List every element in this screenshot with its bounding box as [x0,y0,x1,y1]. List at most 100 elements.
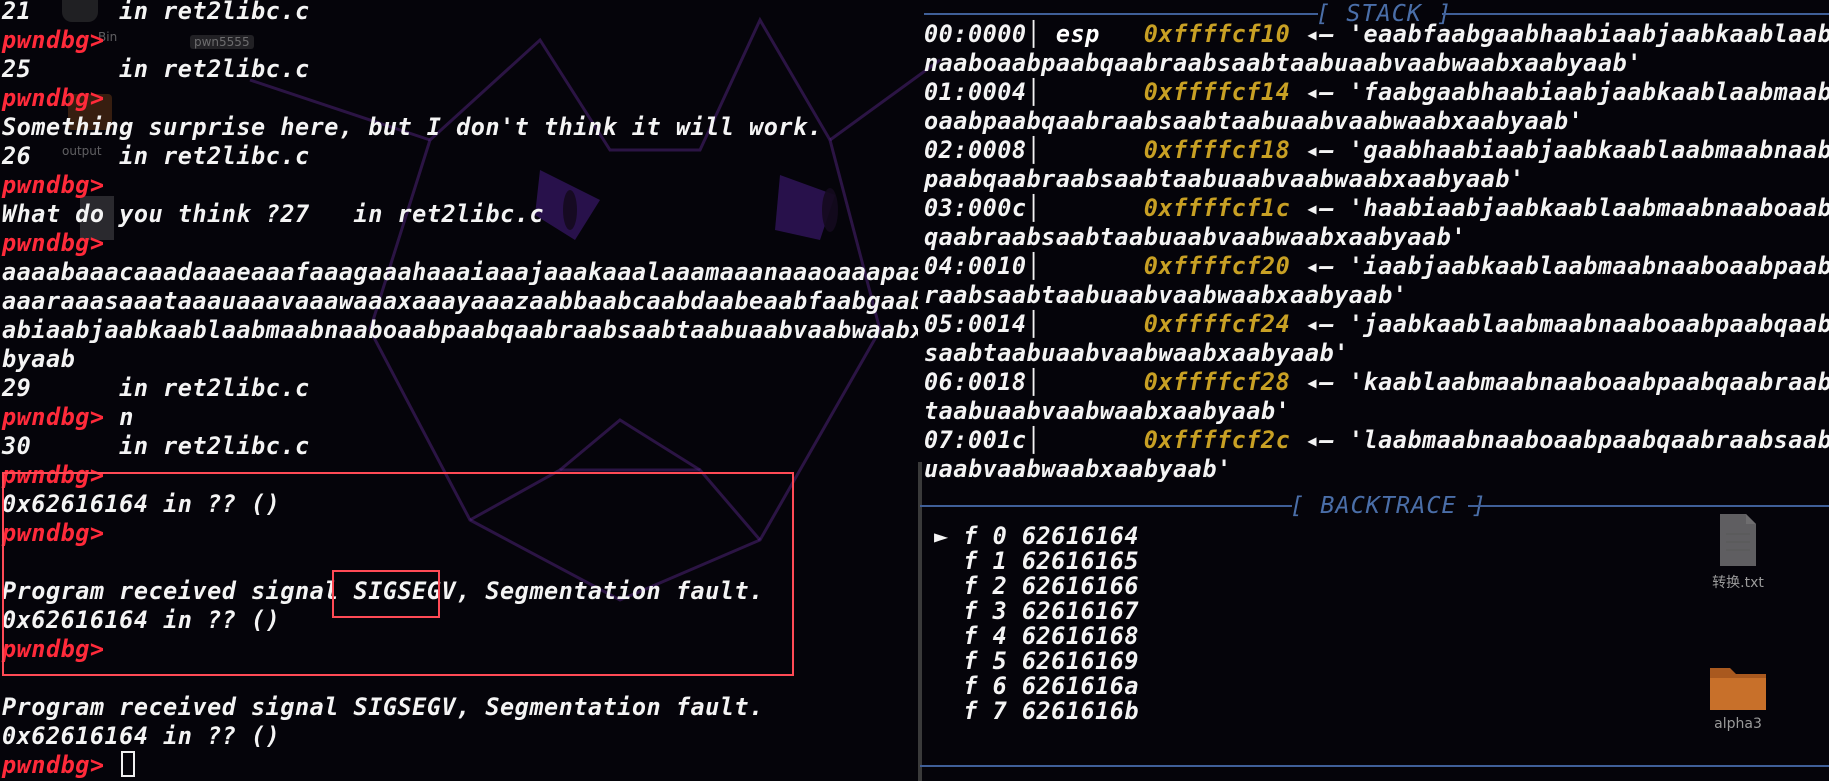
pwndbg-prompt: pwndbg> [2,403,105,431]
frame-address: 6261616b [1021,697,1140,725]
stack-separator: │ [1026,136,1056,164]
stack-separator: │ [1026,194,1056,222]
stack-offset: 03:000c [924,194,1027,222]
stack-row: 05:0014│ 0xffffcf24 ◂— 'jaabkaablaabmaab… [924,310,1829,339]
terminal-output-line: 29 in ret2libc.c [2,374,310,402]
terminal-prompt-line: pwndbg> n [2,403,134,432]
terminal-output-line: 0x62616164 in ?? () [2,606,281,634]
desktop-icon-folder[interactable]: alpha3 [1678,660,1798,732]
frame-label: f 6 [963,672,1022,700]
frame-marker-space [934,547,963,575]
stack-separator: │ [1026,368,1056,396]
terminal-prompt-line: pwndbg> [2,229,105,258]
stack-register [1056,78,1144,106]
pwndbg-prompt: pwndbg> [2,229,105,257]
backtrace-header-title: [ BACKTRACE ] [1290,491,1487,519]
terminal-prompt-line: pwndbg> [2,461,105,490]
frame-marker-space [934,672,963,700]
stack-offset: 04:0010 [924,252,1027,280]
frame-marker-space [934,597,963,625]
stack-value: 'iaabjaabkaablaabmaabnaaboaabpaabqaab [1348,252,1829,280]
stack-row-continuation: uaabvaabwaabxaabyaab' [924,455,1232,483]
stack-offset: 01:0004 [924,78,1027,106]
stack-separator: │ [1026,426,1056,454]
stack-address: 0xffffcf2c [1143,426,1291,454]
frame-marker-space [934,647,963,675]
stack-separator: │ [1026,310,1056,338]
command-text [105,751,120,779]
stack-address: 0xffffcf24 [1143,310,1291,338]
terminal-prompt-line: pwndbg> [2,84,105,113]
terminal-output-line: What do you think ?27 in ret2libc.c [2,200,544,228]
stack-row-continuation: taabuaabvaabwaabxaabyaab' [924,397,1291,425]
terminal-output-line: aaaraaasaaataaauaaavaaawaaaxaaayaaazaabb… [2,287,918,315]
stack-register [1056,310,1144,338]
command-text: n [104,403,134,431]
stack-row-continuation: raabsaabtaabuaabvaabwaabxaabyaab' [924,281,1408,309]
stack-arrow: ◂— [1290,310,1349,338]
terminal-cursor[interactable] [121,751,136,777]
stack-register [1056,426,1144,454]
frame-marker-space [934,697,963,725]
stack-offset: 06:0018 [924,368,1027,396]
stack-offset: 02:0008 [924,136,1027,164]
pwndbg-prompt: pwndbg> [2,171,105,199]
pwndbg-prompt: pwndbg> [2,26,105,54]
frame-label: f 0 [963,522,1022,550]
desktop-icon-folder-label: alpha3 [1714,716,1762,732]
terminal-output-line: 25 in ret2libc.c [2,55,310,83]
frame-address: 62616169 [1021,647,1140,675]
terminal-left-pane[interactable]: 21 in ret2libc.c pwndbg> 25 in ret2libc.c p… [0,0,918,781]
stack-value: 'faabgaabhaabiaabjaabkaablaabmaabnaab [1348,78,1829,106]
backtrace-footer-rule [920,765,1829,767]
terminal-prompt-line: pwndbg> [2,751,136,780]
stack-value: 'kaablaabmaabnaaboaabpaabqaabraabsaab [1348,368,1829,396]
stack-separator: │ [1026,20,1056,48]
frame-address: 62616168 [1021,622,1140,650]
frame-marker-space [934,622,963,650]
pwndbg-prompt: pwndbg> [2,84,105,112]
frame-address: 62616167 [1021,597,1140,625]
stack-address: 0xffffcf20 [1143,252,1291,280]
stack-row-continuation: saabtaabuaabvaabwaabxaabyaab' [924,339,1349,367]
terminal-prompt-line: pwndbg> [2,26,105,55]
terminal-prompt-line: pwndbg> [2,519,105,548]
current-frame-marker-icon: ► [934,522,964,550]
stack-address: 0xffffcf10 [1143,20,1291,48]
backtrace-header-rule-left [920,505,1292,507]
desktop-icon-txt[interactable]: 转换.txt [1678,512,1798,592]
stack-arrow: ◂— [1290,252,1349,280]
terminal-output-line: abiaabjaabkaablaabmaabnaaboaabpaabqaabra… [2,316,918,344]
stack-register [1056,252,1144,280]
terminal-output-line: 21 in ret2libc.c [2,0,310,25]
stack-arrow: ◂— [1290,426,1349,454]
stack-register: esp [1055,20,1144,48]
frame-address: 6261616a [1021,672,1140,700]
stack-address: 0xffffcf18 [1143,136,1291,164]
terminal-output-line: 0x62616164 in ?? () [2,490,281,518]
stack-register [1056,194,1144,222]
stack-row: 04:0010│ 0xffffcf20 ◂— 'iaabjaabkaablaab… [924,252,1829,281]
stack-row-continuation: oaabpaabqaabraabsaabtaabuaabvaabwaabxaab… [924,107,1584,135]
terminal-output-line: Program received signal SIGSEGV, Segment… [2,577,764,605]
terminal-output-line: Something surprise here, but I don't thi… [2,113,823,141]
stack-address: 0xffffcf1c [1143,194,1291,222]
stack-arrow: ◂— [1290,20,1349,48]
terminal-prompt-line: pwndbg> [2,171,105,200]
backtrace-frame: f 7 6261616b [934,697,1139,726]
frame-label: f 4 [963,622,1022,650]
terminal-right-pane[interactable]: [ STACK ] 00:0000│ esp 0xffffcf10 ◂— 'ea… [920,0,1829,781]
desktop-icon-txt-label: 转换.txt [1712,575,1764,591]
stack-arrow: ◂— [1290,194,1349,222]
stack-register [1056,368,1144,396]
stack-row: 06:0018│ 0xffffcf28 ◂— 'kaablaabmaabnaab… [924,368,1829,397]
frame-address: 62616164 [1021,522,1140,550]
frame-address: 62616165 [1021,547,1140,575]
stack-separator: │ [1026,78,1056,106]
terminal-output-line: 30 in ret2libc.c [2,432,310,460]
frame-marker-space [934,572,963,600]
stack-row-continuation: paabqaabraabsaabtaabuaabvaabwaabxaabyaab… [924,165,1525,193]
terminal-prompt-line: pwndbg> [2,635,105,664]
terminal-output-line: 26 in ret2libc.c [2,142,310,170]
stack-value: 'laabmaabnaaboaabpaabqaabraabsaabtaab [1348,426,1829,454]
